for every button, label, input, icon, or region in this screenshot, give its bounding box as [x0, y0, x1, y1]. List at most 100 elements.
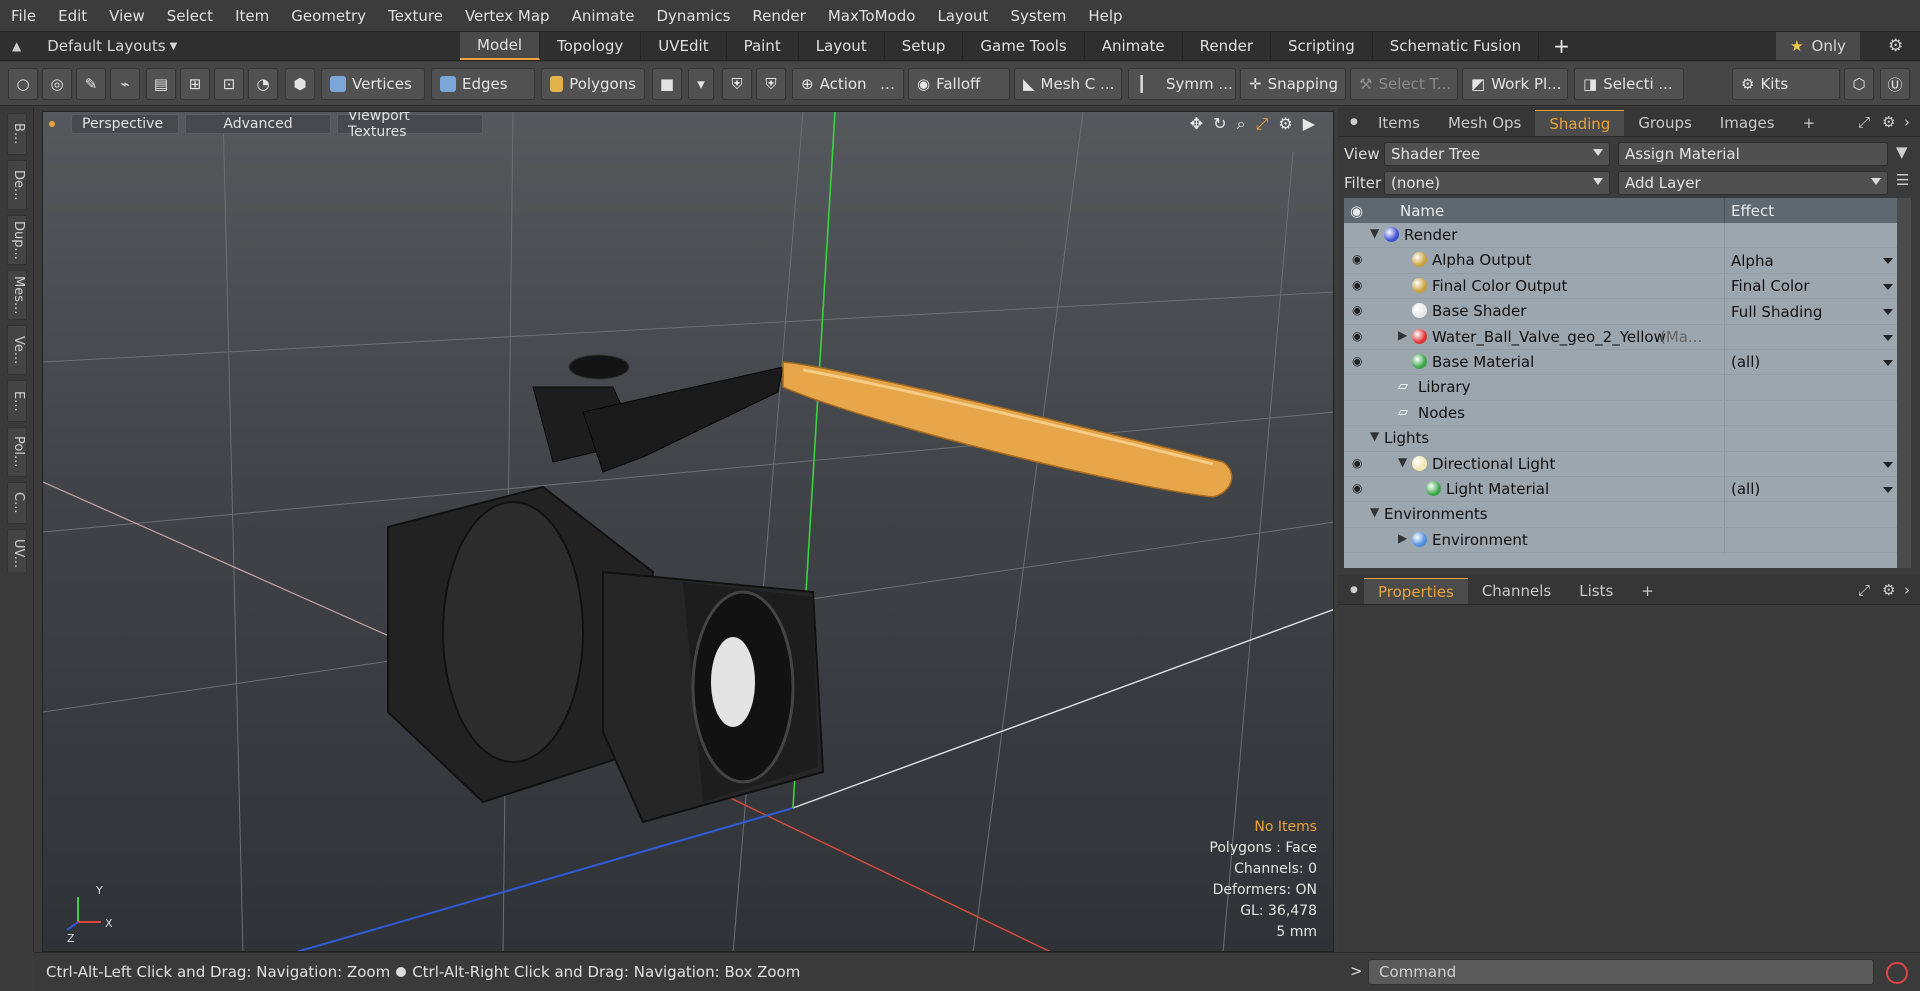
- eye-icon[interactable]: ◉: [1352, 354, 1368, 368]
- tree-row[interactable]: ▼ Environments: [1344, 502, 1899, 528]
- tree-scrollbar[interactable]: [1897, 198, 1911, 568]
- tab-model[interactable]: Model: [460, 32, 541, 60]
- material-icon[interactable]: ◔: [248, 68, 278, 100]
- falloff-button[interactable]: ◉ Falloff: [908, 68, 1010, 100]
- play-icon[interactable]: ▶: [1303, 114, 1315, 134]
- polygons-button[interactable]: Polygons: [541, 68, 645, 100]
- grid-icon[interactable]: ⊞: [180, 68, 210, 100]
- menu-animate[interactable]: Animate: [561, 7, 646, 25]
- effect-cell[interactable]: [1724, 451, 1899, 477]
- expand-icon[interactable]: ⤢: [1858, 113, 1870, 131]
- snapping-button[interactable]: ✛ Snapping: [1240, 68, 1346, 100]
- tab-layout[interactable]: Layout: [799, 32, 885, 60]
- panel-tab-lists[interactable]: Lists: [1565, 578, 1627, 604]
- pen-icon[interactable]: ✎: [76, 68, 106, 100]
- collapse-up-icon[interactable]: ▲: [12, 39, 21, 53]
- collapse-icon[interactable]: ▼: [1398, 455, 1407, 469]
- tab-setup[interactable]: Setup: [885, 32, 964, 60]
- eye-icon[interactable]: ◉: [1352, 252, 1368, 266]
- tab-render[interactable]: Render: [1183, 32, 1272, 60]
- view-dropdown[interactable]: Shader Tree: [1384, 142, 1610, 166]
- rotate-icon[interactable]: ↻: [1213, 114, 1226, 134]
- menu-item[interactable]: Item: [224, 7, 280, 25]
- tree-row[interactable]: ▼ Lights: [1344, 426, 1899, 452]
- panel-tab-shading[interactable]: Shading: [1535, 110, 1625, 136]
- symmetry-x-icon[interactable]: ⛨: [722, 68, 752, 100]
- left-strip-tab[interactable]: Dup...: [7, 215, 27, 265]
- effect-cell[interactable]: Final Color: [1724, 273, 1899, 299]
- chevron-down-icon[interactable]: [1883, 359, 1893, 366]
- expand-icon[interactable]: ▶: [1398, 328, 1407, 342]
- gear-icon[interactable]: ⚙: [1882, 113, 1895, 131]
- viewport-textures-button[interactable]: Viewport Textures: [337, 112, 483, 140]
- panel-tab-mesh-ops[interactable]: Mesh Ops: [1434, 110, 1535, 136]
- command-input[interactable]: Command: [1368, 959, 1874, 985]
- panel-tab-properties[interactable]: Properties: [1364, 578, 1468, 604]
- collapse-icon[interactable]: ▼: [1370, 226, 1379, 240]
- mesh-constraint-button[interactable]: ◣ Mesh C ...: [1014, 68, 1122, 100]
- chevron-down-icon[interactable]: [1883, 283, 1893, 290]
- effect-cell[interactable]: (all): [1724, 349, 1899, 375]
- left-strip-tab[interactable]: De...: [7, 160, 27, 210]
- menu-maxtomodo[interactable]: MaxToModo: [817, 7, 927, 25]
- tab-schematic-fusion[interactable]: Schematic Fusion: [1373, 32, 1540, 60]
- layouts-selector[interactable]: ▲ Default Layouts ▼: [0, 32, 177, 60]
- panel-tab-items[interactable]: Items: [1364, 110, 1434, 136]
- tree-row[interactable]: ◉ ▶ Water_Ball_Valve_geo_2_Yellow (Ma...: [1344, 324, 1899, 350]
- tab-topology[interactable]: Topology: [540, 32, 642, 60]
- menu-edit[interactable]: Edit: [47, 7, 98, 25]
- left-strip-tab[interactable]: B...: [7, 113, 27, 155]
- tree-row[interactable]: ◉ Light Material (all): [1344, 476, 1899, 503]
- tab-scripting[interactable]: Scripting: [1271, 32, 1373, 60]
- shield-icon[interactable]: ⬢: [285, 68, 315, 100]
- chevron-down-icon[interactable]: ▾: [688, 68, 714, 100]
- chevron-down-icon[interactable]: [1883, 461, 1893, 468]
- effect-cell[interactable]: [1724, 400, 1899, 426]
- add-panel-tab-icon[interactable]: +: [1789, 110, 1830, 136]
- chevron-right-icon[interactable]: ›: [1904, 113, 1910, 131]
- tree-row[interactable]: ▱ Nodes: [1344, 400, 1899, 427]
- effect-cell[interactable]: [1724, 502, 1899, 528]
- menu-dynamics[interactable]: Dynamics: [645, 7, 741, 25]
- effect-cell[interactable]: Alpha: [1724, 248, 1899, 274]
- eye-icon[interactable]: ◉: [1352, 303, 1368, 317]
- add-tab-icon[interactable]: +: [1539, 32, 1584, 60]
- selection-sets-button[interactable]: ◨ Selecti ...: [1574, 68, 1684, 100]
- expand-icon[interactable]: ⤢: [1858, 581, 1870, 599]
- move-icon[interactable]: ✥: [1190, 114, 1203, 134]
- perspective-button[interactable]: Perspective: [71, 114, 179, 134]
- effect-column-header[interactable]: Effect: [1724, 198, 1774, 223]
- collapse-icon[interactable]: ▼: [1370, 505, 1379, 519]
- tree-row[interactable]: ◉ Base Shader Full Shading: [1344, 299, 1899, 325]
- filter-dropdown[interactable]: (none): [1384, 171, 1610, 195]
- eye-icon[interactable]: ◉: [1352, 481, 1368, 495]
- tree-row[interactable]: ▶ Environment: [1344, 527, 1899, 554]
- select-through-button[interactable]: ⚒ Select T...: [1350, 68, 1458, 100]
- cube-logo-icon[interactable]: ⬡: [1844, 68, 1874, 100]
- effect-cell[interactable]: (all): [1724, 476, 1899, 502]
- tree-row[interactable]: ◉ Final Color Output Final Color: [1344, 273, 1899, 300]
- chevron-right-icon[interactable]: ›: [1904, 581, 1910, 599]
- panel-tab-images[interactable]: Images: [1706, 110, 1789, 136]
- globe-icon[interactable]: ◎: [42, 68, 72, 100]
- menu-render[interactable]: Render: [741, 7, 816, 25]
- brush-icon[interactable]: ⌁: [110, 68, 140, 100]
- valve-model[interactable]: [387, 354, 1233, 824]
- add-panel-tab-icon[interactable]: +: [1627, 578, 1668, 604]
- frame-icon[interactable]: ⊡: [214, 68, 244, 100]
- tree-row[interactable]: ◉ Base Material (all): [1344, 349, 1899, 376]
- menu-vertex-map[interactable]: Vertex Map: [454, 7, 561, 25]
- tree-row[interactable]: ▱ Library: [1344, 375, 1899, 401]
- 3d-viewport[interactable]: Y X Z Perspective Advanced Viewport Text…: [42, 111, 1334, 952]
- chevron-down-icon[interactable]: [1883, 486, 1893, 493]
- tab-animate[interactable]: Animate: [1085, 32, 1183, 60]
- assign-material-button[interactable]: Assign Material: [1618, 142, 1888, 166]
- effect-cell[interactable]: [1724, 527, 1899, 553]
- gear-icon[interactable]: ⚙: [1888, 36, 1903, 56]
- effect-cell[interactable]: [1724, 223, 1899, 248]
- list-icon[interactable]: ☰: [1896, 171, 1909, 189]
- left-strip-tab[interactable]: Ve...: [7, 325, 27, 375]
- action-center-button[interactable]: ⊕ Action…: [792, 68, 904, 100]
- left-strip-tab[interactable]: Pol...: [7, 427, 27, 477]
- cube-icon[interactable]: ■: [652, 68, 682, 100]
